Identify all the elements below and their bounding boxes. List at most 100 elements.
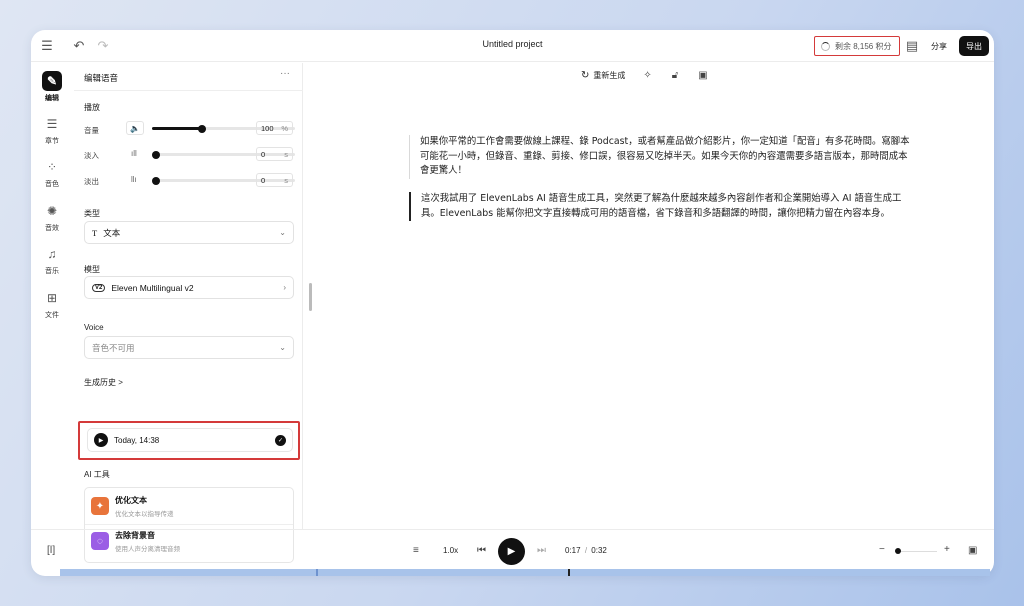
zoom-in-icon[interactable]: + [944, 544, 950, 555]
more-options-icon[interactable]: ··· [280, 68, 290, 79]
fade-out-label: 淡出 [84, 177, 99, 186]
voice-heading: Voice [84, 323, 104, 332]
rail-item-sound-effects[interactable]: ✺ 音效 [31, 201, 73, 233]
total-time: 0:32 [591, 546, 607, 555]
skip-forward-icon[interactable]: ⏭ [537, 545, 546, 556]
model-version-badge: V2 [92, 283, 106, 292]
subtitles-icon[interactable]: ▣ [968, 545, 977, 556]
left-rail: ✎ 编辑 ☰ 章节 ⁘ 音色 ✺ 音效 ♫ 音乐 ⊞ 文件 [31, 63, 73, 529]
magic-wand-icon: ✦ [91, 497, 109, 515]
volume-slider-fill [152, 127, 203, 130]
tool-enhance-text[interactable]: ✦ 优化文本 优化文本以指导传递 [91, 491, 174, 521]
playlist-icon[interactable]: ≡ [413, 545, 419, 556]
document-icon[interactable]: ▣ [698, 70, 707, 81]
files-icon: ⊞ [46, 291, 58, 305]
tool-title: 优化文本 [115, 495, 147, 505]
zoom-slider-knob[interactable] [895, 548, 901, 554]
rail-label: 章节 [45, 138, 59, 145]
voices-icon: ⁘ [46, 160, 58, 174]
credits-progress-icon [821, 41, 830, 51]
comments-icon[interactable]: ▤ [904, 38, 920, 54]
voice-select[interactable]: 音色不可用 ⌄ [84, 336, 294, 359]
play-icon[interactable]: ▶ [94, 433, 108, 447]
panel-title: 编辑语音 [84, 73, 119, 83]
skip-back-icon[interactable]: ⏮ [477, 545, 486, 556]
voice-value: 音色不可用 [92, 342, 135, 353]
history-item-time: Today, 14:38 [114, 435, 160, 445]
fade-out-knob[interactable] [152, 176, 160, 185]
fade-in-knob[interactable] [152, 150, 160, 159]
zoom-slider[interactable] [895, 548, 937, 554]
chevron-down-icon: ⌄ [279, 228, 286, 237]
editor-toolbar: ↻ 重新生成 ✧ 🔓︎ ▣ [581, 70, 728, 81]
panel-resize-handle[interactable] [309, 283, 312, 311]
divider [74, 90, 303, 91]
chevron-down-icon: ⌄ [279, 343, 286, 352]
fade-in-unit: s [284, 149, 288, 159]
rail-label: 音乐 [45, 268, 59, 275]
volume-slider-knob[interactable] [198, 124, 207, 133]
check-icon: ✓ [275, 434, 286, 446]
zoom-out-icon[interactable]: − [879, 544, 885, 555]
history-item[interactable]: ▶ Today, 14:38 ✓ [87, 428, 293, 452]
rail-item-voices[interactable]: ⁘ 音色 [31, 157, 73, 189]
chevron-right-icon: › [283, 283, 286, 292]
model-heading: 模型 [84, 265, 100, 274]
type-select[interactable]: T 文本 ⌄ [84, 221, 294, 244]
text-type-icon: T [92, 227, 98, 238]
rail-label: 编辑 [45, 95, 59, 102]
sidebar-toggle-icon[interactable]: [ǀ] [47, 545, 55, 556]
fade-out-input[interactable]: 0 s [256, 173, 293, 187]
fade-out-icon: llı [131, 175, 137, 184]
refresh-icon: ↻ [581, 70, 590, 81]
model-select[interactable]: V2 Eleven Multilingual v2 › [84, 276, 294, 299]
top-bar: ☰ ↶ ↷ Untitled project 剩余 8,156 积分 ▤ 分享 … [31, 30, 994, 62]
timeline-strip [60, 569, 990, 576]
volume-label: 音量 [84, 126, 99, 135]
edit-icon: ✎ [42, 71, 62, 91]
fade-in-label: 淡入 [84, 151, 99, 160]
fade-in-input[interactable]: 0 s [256, 147, 293, 161]
fade-out-value: 0 [261, 175, 266, 185]
type-heading: 类型 [84, 209, 100, 218]
voice-settings-panel: 编辑语音 ··· 播放 音量 🔈 100 % 淡入 ıll 0 s 淡出 llı [74, 63, 303, 563]
playback-speed[interactable]: 1.0x [443, 546, 458, 555]
enhance-icon[interactable]: ✧ [643, 70, 651, 81]
app-window: ☰ ↶ ↷ Untitled project 剩余 8,156 积分 ▤ 分享 … [31, 30, 994, 576]
rail-item-chapters[interactable]: ☰ 章节 [31, 114, 73, 146]
type-value: 文本 [103, 227, 121, 238]
history-highlight: ▶ Today, 14:38 ✓ [78, 421, 300, 460]
rail-item-files[interactable]: ⊞ 文件 [31, 288, 73, 320]
sound-effects-icon: ✺ [46, 204, 58, 218]
rail-label: 音效 [45, 225, 59, 232]
paragraph[interactable]: 如果你平常的工作會需要做線上課程、錄 Podcast，或者幫產品做介紹影片，你一… [409, 135, 913, 179]
volume-unit: % [281, 123, 288, 133]
fade-in-icon: ıll [131, 149, 137, 158]
ai-tools-heading: AI 工具 [84, 470, 110, 479]
timeline-playhead [568, 569, 570, 576]
rail-item-edit[interactable]: ✎ 编辑 [31, 71, 73, 103]
tool-subtitle: 优化文本以指导传递 [115, 510, 174, 518]
share-button[interactable]: 分享 [931, 41, 947, 52]
chapters-icon: ☰ [46, 117, 58, 131]
volume-input[interactable]: 100 % [256, 121, 293, 135]
speaker-icon[interactable]: 🔈 [126, 121, 144, 135]
unlock-icon[interactable]: 🔓︎ [672, 70, 678, 81]
export-button[interactable]: 导出 [959, 36, 989, 56]
playback-heading: 播放 [84, 103, 100, 112]
generation-history-link[interactable]: 生成历史 > [84, 377, 123, 388]
play-button[interactable]: ▶ [498, 538, 525, 565]
music-icon: ♫ [47, 247, 57, 261]
regenerate-button[interactable]: ↻ 重新生成 [581, 70, 625, 81]
current-time: 0:17 [565, 546, 581, 555]
divider [85, 524, 293, 525]
rail-item-music[interactable]: ♫ 音乐 [31, 244, 73, 276]
rail-label: 音色 [45, 181, 59, 188]
paragraph-selected[interactable]: 這次我試用了 ElevenLabs AI 語音生成工具，突然更了解為什麼越來越多… [409, 192, 913, 222]
volume-value: 100 [261, 123, 274, 133]
credits-badge[interactable]: 剩余 8,156 积分 [814, 36, 900, 56]
rail-label: 文件 [45, 312, 59, 319]
credits-text: 剩余 8,156 积分 [835, 41, 892, 51]
time-separator: / [584, 546, 588, 555]
regenerate-label: 重新生成 [593, 71, 626, 80]
